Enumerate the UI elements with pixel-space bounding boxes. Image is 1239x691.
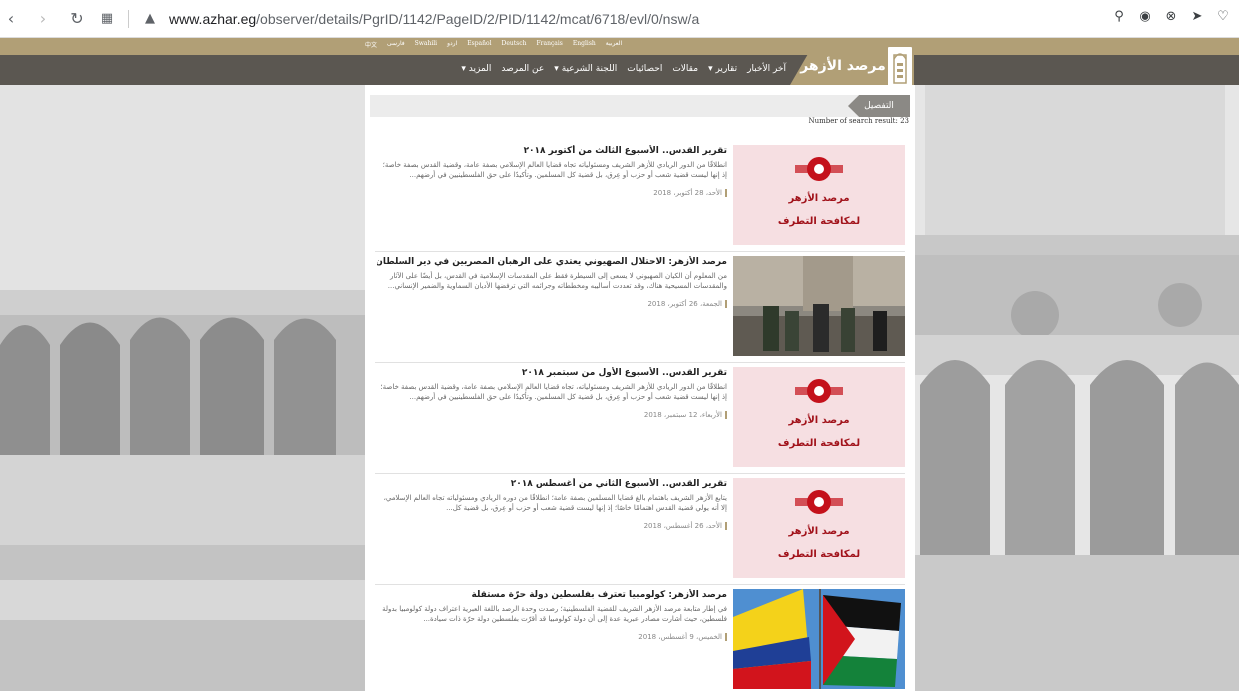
item-snippet: انطلاقًا من الدور الريادي للأزهر الشريف … [382,161,727,179]
observatory-placeholder-image: مرصد الأزهر لمكافحة التطرف [733,478,905,578]
item-title[interactable]: مرصد الأزهر: كولومبيا تعترف بفلسطين دولة… [377,589,727,602]
flags-photo [733,589,905,689]
news-photo [733,256,905,356]
list-item[interactable]: مرصد الأزهر: الاحتلال الصهيوني يعتدي على… [375,256,905,360]
menu-item-sharia-committee[interactable]: اللجنة الشرعية ▾ [554,64,617,74]
item-date: الجمعة، 26 أكتوبر، 2018 [647,300,727,308]
item-divider [375,473,905,474]
menu-item-articles[interactable]: مقالات [672,64,698,74]
reload-icon[interactable]: ↻ [66,8,88,30]
language-links: 中文 فارسی Swahili اردو Español Deutsch Fr… [365,40,622,49]
item-date: الأربعاء، 12 سبتمبر، 2018 [644,411,727,419]
language-link[interactable]: Swahili [415,40,437,49]
item-thumbnail[interactable]: مرصد الأزهر لمكافحة التطرف [733,145,905,245]
item-thumbnail[interactable]: مرصد الأزهر لمكافحة التطرف [733,367,905,467]
item-divider [375,584,905,585]
main-menu: آخر الأخبار تقارير ▾ مقالات احصائيات الل… [456,64,786,74]
background-mosque-right [915,85,1239,691]
observatory-placeholder-image: مرصد الأزهر لمكافحة التطرف [733,367,905,467]
placeholder-title: مرصد الأزهر [788,526,850,537]
url-path: /observer/details/PgrID/1142/PageID/2/PI… [256,10,700,27]
item-title[interactable]: تقرير القدس.. الأسبوع الأول من سبتمبر ٢٠… [377,367,727,380]
chevron-down-icon: ▾ [461,64,466,74]
item-divider [375,362,905,363]
menu-item-latest-news[interactable]: آخر الأخبار [747,64,786,74]
item-thumbnail[interactable] [733,589,905,689]
brand-name[interactable]: مرصد الأزهر [800,58,886,74]
breadcrumb-current[interactable]: التفصيل [848,95,910,117]
menu-item-statistics[interactable]: احصائيات [627,64,662,74]
language-link[interactable]: Deutsch [502,40,527,49]
list-item[interactable]: مرصد الأزهر لمكافحة التطرف تقرير القدس..… [375,145,905,249]
close-circle-icon[interactable]: ⊗ [1163,8,1179,24]
search-icon[interactable]: ⚲ [1111,8,1127,24]
send-icon[interactable]: ➤ [1189,8,1205,24]
item-title[interactable]: تقرير القدس.. الأسبوع الثاني من أغسطس ٢٠… [377,478,727,491]
camera-icon[interactable]: ◉ [1137,8,1153,24]
item-snippet: من المعلوم أن الكيان الصهيوني لا يسعى إل… [387,272,727,290]
placeholder-title: مرصد الأزهر [788,193,850,204]
item-snippet: يتابع الأزهر الشريف باهتمام بالغ قضايا ا… [383,494,727,512]
placeholder-subtitle: لمكافحة التطرف [777,438,861,449]
address-bar[interactable]: www.azhar.eg/observer/details/PgrID/1142… [169,11,699,27]
heart-icon[interactable]: ♡ [1215,8,1231,24]
results-count: Number of search result: 23 [808,117,909,125]
item-thumbnail[interactable]: مرصد الأزهر لمكافحة التطرف [733,478,905,578]
list-item[interactable]: مرصد الأزهر: كولومبيا تعترف بفلسطين دولة… [375,589,905,691]
item-text: مرصد الأزهر: الاحتلال الصهيوني يعتدي على… [377,256,727,310]
list-item[interactable]: مرصد الأزهر لمكافحة التطرف تقرير القدس..… [375,367,905,471]
item-text: تقرير القدس.. الأسبوع الثاني من أغسطس ٢٠… [377,478,727,532]
item-thumbnail[interactable] [733,256,905,356]
url-host: www.azhar.eg [169,10,257,27]
language-link[interactable]: Español [467,40,491,49]
language-link[interactable]: 中文 [365,40,377,49]
chevron-down-icon: ▾ [554,64,559,74]
apps-grid-icon[interactable]: ▦ [96,8,118,30]
language-link[interactable]: Français [536,40,562,49]
placeholder-subtitle: لمكافحة التطرف [777,216,861,227]
background-mosque-left [0,85,365,691]
menu-item-reports[interactable]: تقارير ▾ [708,64,737,74]
item-text: تقرير القدس.. الأسبوع الثالث من أكتوبر ٢… [377,145,727,199]
item-title[interactable]: مرصد الأزهر: الاحتلال الصهيوني يعتدي على… [377,256,727,269]
language-link[interactable]: فارسی [387,40,405,49]
list-item[interactable]: مرصد الأزهر لمكافحة التطرف تقرير القدس..… [375,478,905,582]
language-link[interactable]: العربية [606,40,622,49]
forward-icon[interactable]: › [32,8,54,30]
item-snippet: انطلاقًا من الدور الريادي للأزهر الشريف … [380,383,727,401]
back-icon[interactable]: ‹ [0,8,22,30]
language-link[interactable]: English [573,40,596,49]
item-divider [375,251,905,252]
item-snippet: في إطار متابعة مرصد الأزهر الشريف للقضية… [382,605,727,623]
browser-toolbar: ‹ › ↻ ▦ ▲ www.azhar.eg/observer/details/… [0,0,1239,38]
placeholder-title: مرصد الأزهر [788,415,850,426]
placeholder-subtitle: لمكافحة التطرف [777,549,861,560]
item-text: مرصد الأزهر: كولومبيا تعترف بفلسطين دولة… [377,589,727,643]
item-date: الأحد، 28 أكتوبر، 2018 [653,189,727,197]
content-panel: التفصيل Number of search result: 23 مرصد… [365,85,915,691]
item-date: الأحد، 26 أغسطس، 2018 [644,522,727,530]
menu-item-more[interactable]: المزيد ▾ [461,64,491,74]
toolbar-divider [128,9,129,28]
warning-icon[interactable]: ▲ [139,8,161,30]
chevron-down-icon: ▾ [708,64,713,74]
observatory-placeholder-image: مرصد الأزهر لمكافحة التطرف [733,145,905,245]
breadcrumb: التفصيل [370,95,910,117]
browser-actions: ⚲ ◉ ⊗ ➤ ♡ [1111,8,1231,24]
item-title[interactable]: تقرير القدس.. الأسبوع الثالث من أكتوبر ٢… [377,145,727,158]
menu-item-about[interactable]: عن المرصد [501,64,544,74]
language-link[interactable]: اردو [447,40,457,49]
item-text: تقرير القدس.. الأسبوع الأول من سبتمبر ٢٠… [377,367,727,421]
item-date: الخميس، 9 أغسطس، 2018 [638,633,727,641]
